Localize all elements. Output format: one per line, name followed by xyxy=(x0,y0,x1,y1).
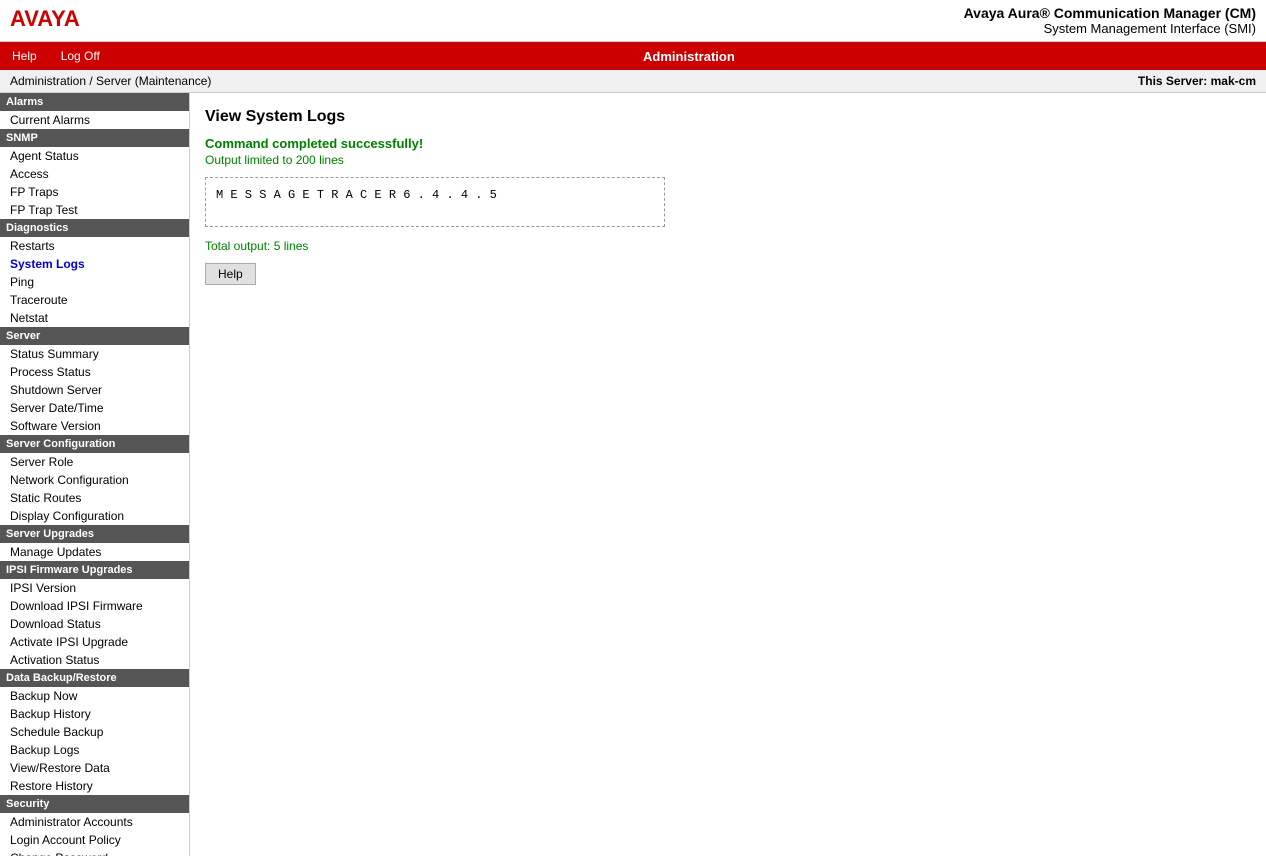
navbar: Help Log Off Administration xyxy=(0,42,1266,70)
sidebar-item[interactable]: Traceroute xyxy=(0,291,189,309)
sidebar-item[interactable]: Agent Status xyxy=(0,147,189,165)
sidebar-item[interactable]: Network Configuration xyxy=(0,471,189,489)
sidebar-item[interactable]: Backup Logs xyxy=(0,741,189,759)
breadcrumb: Administration / Server (Maintenance) Th… xyxy=(0,70,1266,93)
sidebar-item[interactable]: Activate IPSI Upgrade xyxy=(0,633,189,651)
sidebar-header: Server Configuration xyxy=(0,435,189,453)
sidebar-item[interactable]: Process Status xyxy=(0,363,189,381)
sidebar-item[interactable]: Server Role xyxy=(0,453,189,471)
avaya-logo: AVAYA xyxy=(10,4,90,37)
sidebar-item[interactable]: Download Status xyxy=(0,615,189,633)
sidebar-item[interactable]: Activation Status xyxy=(0,651,189,669)
output-limit-message: Output limited to 200 lines xyxy=(205,153,1251,167)
sidebar-header: Security xyxy=(0,795,189,813)
sidebar-header: IPSI Firmware Upgrades xyxy=(0,561,189,579)
sidebar-item[interactable]: Static Routes xyxy=(0,489,189,507)
svg-text:AVAYA: AVAYA xyxy=(10,6,80,31)
sidebar-item[interactable]: Administrator Accounts xyxy=(0,813,189,831)
sidebar-item[interactable]: View/Restore Data xyxy=(0,759,189,777)
main-layout: AlarmsCurrent AlarmsSNMPAgent StatusAcce… xyxy=(0,93,1266,856)
content-area: View System Logs Command completed succe… xyxy=(190,93,1266,856)
sidebar-header: Alarms xyxy=(0,93,189,111)
app-title: Avaya Aura® Communication Manager (CM) S… xyxy=(964,5,1256,36)
sidebar-item[interactable]: Change Password xyxy=(0,849,189,856)
sidebar-header: Data Backup/Restore xyxy=(0,669,189,687)
sidebar: AlarmsCurrent AlarmsSNMPAgent StatusAcce… xyxy=(0,93,190,856)
nav-center-label: Administration xyxy=(112,49,1266,64)
total-output-label: Total output: 5 lines xyxy=(205,239,1251,253)
sidebar-item[interactable]: Restore History xyxy=(0,777,189,795)
help-link[interactable]: Help xyxy=(0,43,49,69)
help-button[interactable]: Help xyxy=(205,263,256,285)
success-message: Command completed successfully! xyxy=(205,136,1251,151)
sidebar-item[interactable]: Status Summary xyxy=(0,345,189,363)
sidebar-header: Diagnostics xyxy=(0,219,189,237)
sidebar-item[interactable]: Display Configuration xyxy=(0,507,189,525)
sidebar-item[interactable]: IPSI Version xyxy=(0,579,189,597)
sidebar-item[interactable]: Manage Updates xyxy=(0,543,189,561)
sidebar-header: SNMP xyxy=(0,129,189,147)
sidebar-item[interactable]: Login Account Policy xyxy=(0,831,189,849)
sidebar-item[interactable]: FP Trap Test xyxy=(0,201,189,219)
sidebar-item[interactable]: Backup History xyxy=(0,705,189,723)
sidebar-item[interactable]: Schedule Backup xyxy=(0,723,189,741)
sidebar-item[interactable]: Netstat xyxy=(0,309,189,327)
server-info: This Server: mak-cm xyxy=(1138,74,1256,88)
log-output-box: M E S S A G E T R A C E R 6 . 4 . 4 . 5 xyxy=(205,177,665,227)
page-title: View System Logs xyxy=(205,108,1251,126)
sidebar-item[interactable]: Shutdown Server xyxy=(0,381,189,399)
log-content: M E S S A G E T R A C E R 6 . 4 . 4 . 5 xyxy=(216,188,497,202)
sidebar-item[interactable]: Ping xyxy=(0,273,189,291)
sidebar-header: Server Upgrades xyxy=(0,525,189,543)
sidebar-item[interactable]: Current Alarms xyxy=(0,111,189,129)
sidebar-item[interactable]: Access xyxy=(0,165,189,183)
sidebar-item[interactable]: System Logs xyxy=(0,255,189,273)
sidebar-item[interactable]: Server Date/Time xyxy=(0,399,189,417)
sidebar-item[interactable]: Backup Now xyxy=(0,687,189,705)
sidebar-item[interactable]: FP Traps xyxy=(0,183,189,201)
breadcrumb-path: Administration / Server (Maintenance) xyxy=(10,74,211,88)
sidebar-item[interactable]: Restarts xyxy=(0,237,189,255)
sidebar-item[interactable]: Software Version xyxy=(0,417,189,435)
logoff-link[interactable]: Log Off xyxy=(49,43,112,69)
sidebar-header: Server xyxy=(0,327,189,345)
page-header: AVAYA Avaya Aura® Communication Manager … xyxy=(0,0,1266,42)
sidebar-item[interactable]: Download IPSI Firmware xyxy=(0,597,189,615)
